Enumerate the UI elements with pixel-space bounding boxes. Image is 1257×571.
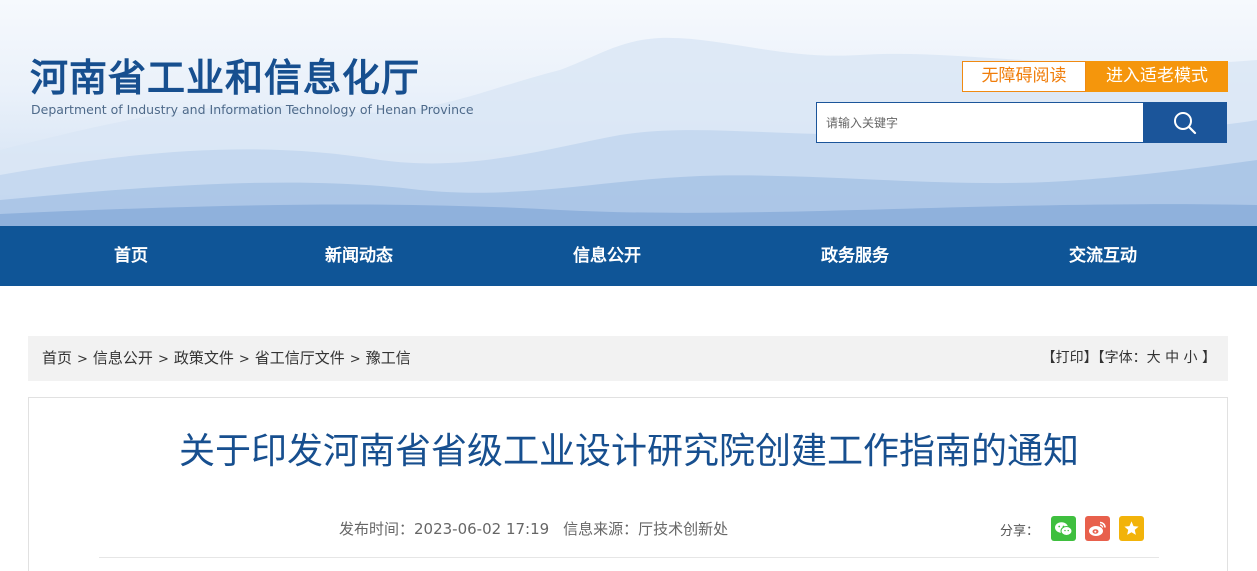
search-button[interactable] [1143, 102, 1227, 143]
breadcrumb-policy-docs[interactable]: 政策文件 [174, 349, 234, 367]
nav-item-interaction[interactable]: 交流互动 [1033, 226, 1173, 286]
breadcrumb-separator: > [157, 352, 169, 367]
share-label: 分享： [1000, 524, 1040, 539]
favorite-star-icon[interactable] [1119, 516, 1144, 541]
font-large-link[interactable]: 大 [1147, 350, 1161, 366]
breadcrumb-bar: 首页 > 信息公开 > 政策文件 > 省工信厅文件 > 豫工信 【打印】【字体：大 中 小 】 [28, 336, 1228, 381]
nav-item-home[interactable]: 首页 [61, 226, 201, 286]
breadcrumb-yu-gongxin[interactable]: 豫工信 [366, 349, 411, 367]
main-nav: 首页 新闻动态 信息公开 政务服务 交流互动 [0, 226, 1257, 286]
wechat-icon[interactable] [1051, 516, 1076, 541]
font-size-suffix: 】 [1202, 350, 1216, 366]
breadcrumb-separator: > [77, 352, 88, 367]
nav-item-gov-services[interactable]: 政务服务 [785, 226, 925, 286]
font-size-prefix: 【字体： [1097, 350, 1147, 366]
site-title: 河南省工业和信息化厅 [30, 56, 421, 100]
page-tools: 【打印】【字体：大 中 小 】 [1042, 336, 1216, 381]
publish-time: 发布时间：2023-06-02 17:19 [339, 520, 550, 538]
breadcrumb-separator: > [238, 352, 250, 367]
search-icon [1174, 111, 1197, 134]
site-subtitle: Department of Industry and Information T… [31, 102, 474, 117]
breadcrumb-home[interactable]: 首页 [42, 349, 72, 367]
font-medium-link[interactable]: 中 [1165, 350, 1179, 366]
nav-item-news[interactable]: 新闻动态 [289, 226, 429, 286]
article-divider [99, 557, 1159, 558]
breadcrumb-dept-docs[interactable]: 省工信厅文件 [255, 349, 345, 367]
breadcrumb-info-disclosure[interactable]: 信息公开 [93, 349, 153, 367]
article-title: 关于印发河南省省级工业设计研究院创建工作指南的通知 [178, 431, 1079, 472]
site-header: 河南省工业和信息化厅 Department of Industry and In… [0, 0, 1257, 226]
breadcrumb-separator: > [349, 352, 361, 367]
search-input[interactable] [816, 102, 1144, 143]
article-meta: 发布时间：2023-06-02 17:19 信息来源：厅技术创新处 [339, 518, 728, 539]
print-link[interactable]: 【打印】 [1042, 350, 1098, 366]
weibo-icon[interactable] [1085, 516, 1110, 541]
elder-mode-button[interactable]: 进入适老模式 [1086, 61, 1228, 92]
font-small-link[interactable]: 小 [1184, 350, 1198, 366]
info-source: 信息来源：厅技术创新处 [563, 520, 729, 538]
breadcrumb: 首页 > 信息公开 > 政策文件 > 省工信厅文件 > 豫工信 [42, 336, 411, 381]
nav-item-info-disclosure[interactable]: 信息公开 [537, 226, 677, 286]
article-panel: 关于印发河南省省级工业设计研究院创建工作指南的通知 发布时间：2023-06-0… [28, 397, 1228, 571]
accessible-reading-button[interactable]: 无障碍阅读 [962, 61, 1086, 92]
